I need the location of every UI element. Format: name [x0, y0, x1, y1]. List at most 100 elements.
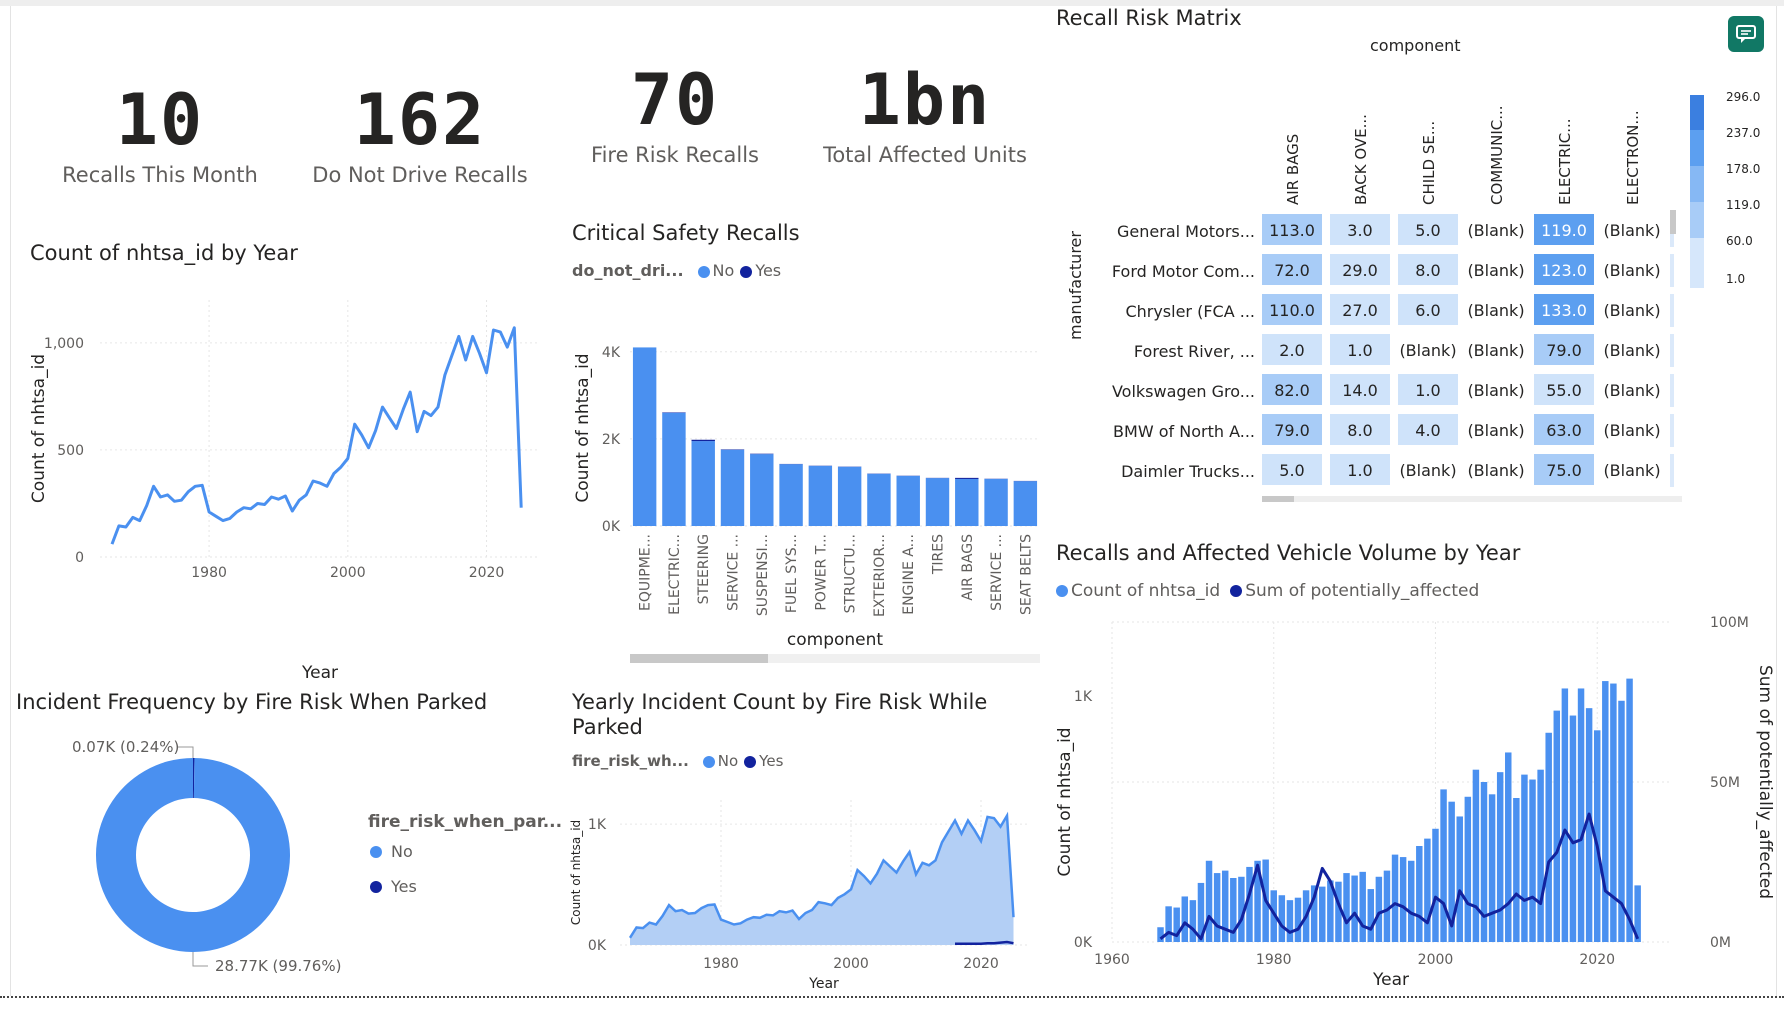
x-tick-label: STEERING	[696, 534, 712, 604]
matrix-cell[interactable]: (Blank)	[1602, 254, 1662, 285]
matrix-cell[interactable]: (Blank)	[1602, 294, 1662, 325]
matrix-cell[interactable]: 123.0	[1534, 254, 1594, 285]
matrix-cell[interactable]: 1.0	[1398, 374, 1458, 405]
kpi-fire-risk-recalls[interactable]: 70 Fire Risk Recalls	[555, 60, 795, 170]
x-tick-label: SUSPENSI...	[755, 534, 771, 616]
matrix-cell[interactable]: (Blank)	[1466, 414, 1526, 445]
matrix-column-header[interactable]: ELECTRON...	[1624, 110, 1642, 205]
matrix-cell[interactable]: 82.0	[1262, 374, 1322, 405]
legend-item-no[interactable]: No	[697, 261, 734, 280]
donut-legend-item-no[interactable]: No	[370, 842, 413, 861]
matrix-vertical-scrollbar[interactable]	[1670, 210, 1676, 234]
matrix-cell[interactable]: 5.0	[1262, 454, 1322, 485]
bar-count	[1343, 873, 1350, 942]
matrix-cell[interactable]: (Blank)	[1602, 374, 1662, 405]
matrix-cell[interactable]: (Blank)	[1466, 294, 1526, 325]
matrix-row-header[interactable]: Volkswagen Gro...	[1100, 382, 1255, 401]
matrix-cell[interactable]: 3.0	[1330, 214, 1390, 245]
matrix-cell[interactable]: 14.0	[1330, 374, 1390, 405]
matrix-column-header[interactable]: ELECTRIC...	[1556, 118, 1574, 205]
legend-item-yes[interactable]: Yes	[740, 261, 781, 280]
matrix-cell[interactable]: (Blank)	[1398, 334, 1458, 365]
matrix-cell[interactable]: 2.0	[1262, 334, 1322, 365]
legend-item-yes[interactable]: Yes	[744, 752, 783, 770]
matrix-row-title: manufacturer	[1066, 231, 1085, 340]
matrix-row-header[interactable]: BMW of North A...	[1100, 422, 1255, 441]
matrix-cell[interactable]: 4.0	[1398, 414, 1458, 445]
matrix-cell[interactable]: 63.0	[1534, 414, 1594, 445]
matrix-column-header[interactable]: AIR BAGS	[1284, 134, 1302, 205]
matrix-row-header[interactable]: Chrysler (FCA ...	[1100, 302, 1255, 321]
matrix-cell[interactable]: 8.0	[1398, 254, 1458, 285]
legend-label: Count of nhtsa_id	[1071, 581, 1221, 601]
bar-count	[1286, 900, 1294, 942]
legend-label: Yes	[391, 877, 417, 896]
matrix-cell[interactable]: (Blank)	[1602, 334, 1662, 365]
kpi-total-affected-units[interactable]: 1bn Total Affected Units	[805, 60, 1045, 170]
kpi-recalls-this-month[interactable]: 10 Recalls This Month	[40, 80, 280, 190]
bar-no	[750, 454, 774, 526]
matrix-cell[interactable]: 27.0	[1330, 294, 1390, 325]
matrix-cell[interactable]: (Blank)	[1398, 454, 1458, 485]
color-scale-tick: 1.0	[1726, 272, 1746, 286]
matrix-cell[interactable]: 75.0	[1534, 454, 1594, 485]
bar-no	[925, 478, 950, 526]
bar-no	[779, 464, 803, 526]
scale-swatch-5	[1690, 238, 1704, 288]
matrix-horizontal-scrollbar[interactable]	[1262, 496, 1682, 502]
matrix-cell[interactable]: (Blank)	[1466, 334, 1526, 365]
matrix-column-header[interactable]: BACK OVE...	[1352, 114, 1370, 205]
matrix-row-header[interactable]: Forest River, ...	[1100, 342, 1255, 361]
matrix-cell[interactable]: 79.0	[1262, 414, 1322, 445]
critical-bar-chart[interactable]: 0K 2K 4K EQUIPME... ELECTRIC... STEERING SERVI…	[568, 320, 1048, 665]
x-tick-label: 1980	[191, 565, 227, 581]
bar-count	[1626, 678, 1633, 942]
legend-item-count[interactable]: Count of nhtsa_id	[1056, 581, 1220, 601]
matrix-cell[interactable]: 110.0	[1262, 294, 1322, 325]
bar-no	[808, 465, 833, 526]
matrix-cell[interactable]: (Blank)	[1466, 454, 1526, 485]
matrix-cell[interactable]: 113.0	[1262, 214, 1322, 245]
matrix-cell[interactable]: (Blank)	[1466, 214, 1526, 245]
matrix-cell[interactable]: (Blank)	[1466, 374, 1526, 405]
matrix-cell[interactable]: 1.0	[1330, 454, 1390, 485]
matrix-cell[interactable]: 55.0	[1534, 374, 1594, 405]
matrix-row-header[interactable]: Daimler Trucks...	[1100, 462, 1255, 481]
matrix-cell[interactable]: (Blank)	[1602, 214, 1662, 245]
matrix-row-header[interactable]: Ford Motor Com...	[1100, 262, 1255, 281]
matrix-row-header[interactable]: General Motors...	[1100, 222, 1255, 241]
matrix-column-header[interactable]: COMMUNIC...	[1488, 105, 1506, 205]
kpi-do-not-drive-recalls[interactable]: 162 Do Not Drive Recalls	[300, 80, 540, 190]
matrix-cell[interactable]: 72.0	[1262, 254, 1322, 285]
fire-risk-donut-chart[interactable]	[60, 730, 360, 980]
legend-dot	[370, 880, 382, 893]
matrix-horizontal-scrollbar-thumb[interactable]	[1262, 496, 1294, 502]
matrix-cell[interactable]: 6.0	[1398, 294, 1458, 325]
y-axis-title: Count of nhtsa_id	[573, 353, 593, 502]
year-line-chart[interactable]: 1980 2000 2020 0 500 1,000 Year Count of nhtsa_…	[20, 280, 560, 680]
bar-count	[1189, 900, 1197, 942]
bar-count	[1537, 769, 1544, 942]
kpi-label: Total Affected Units	[823, 143, 1027, 167]
matrix-cell[interactable]: 5.0	[1398, 214, 1458, 245]
legend-item-no[interactable]: No	[702, 752, 738, 770]
matrix-cell[interactable]: 8.0	[1330, 414, 1390, 445]
matrix-cell-clipped	[1670, 414, 1674, 447]
matrix-cell[interactable]: (Blank)	[1466, 254, 1526, 285]
bar-no	[867, 473, 891, 526]
matrix-cell[interactable]: 119.0	[1534, 214, 1594, 245]
matrix-cell[interactable]: 29.0	[1330, 254, 1390, 285]
matrix-cell[interactable]: (Blank)	[1602, 414, 1662, 445]
donut-legend-item-yes[interactable]: Yes	[370, 877, 417, 896]
matrix-cell[interactable]: 1.0	[1330, 334, 1390, 365]
matrix-cell[interactable]: (Blank)	[1602, 454, 1662, 485]
matrix-cell[interactable]: 79.0	[1534, 334, 1594, 365]
matrix-cell[interactable]: 133.0	[1534, 294, 1594, 325]
yearly-fire-area-chart[interactable]: 0K 1K 1980 2000 2020 Year Count of nhtsa_id	[568, 790, 1048, 995]
matrix-column-header[interactable]: CHILD SE...	[1420, 121, 1438, 205]
y-tick-label: 1K	[588, 817, 607, 833]
chat-icon[interactable]	[1728, 16, 1764, 52]
combo-bar-line-chart[interactable]: 1960 1980 2000 2020 0K 1K 0M 50M 100M Year Count o…	[1050, 610, 1776, 995]
legend-item-affected[interactable]: Sum of potentially_affected	[1230, 581, 1479, 601]
color-scale-tick: 119.0	[1726, 198, 1761, 212]
